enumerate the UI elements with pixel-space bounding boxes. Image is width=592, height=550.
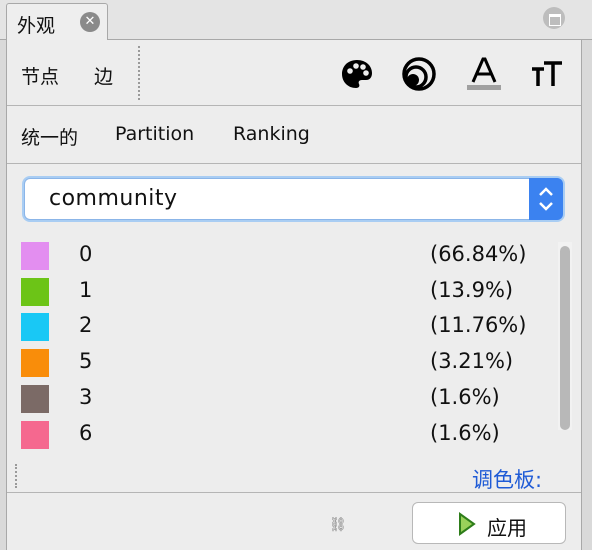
tab-bar: 外观 ✕ xyxy=(0,0,592,41)
tab-partition[interactable]: Partition xyxy=(115,123,194,145)
tab-nodes[interactable]: 节点 xyxy=(21,62,59,89)
link-icon[interactable]: ⛓ xyxy=(329,517,347,533)
chevron-updown-icon[interactable] xyxy=(529,178,563,220)
size-icon[interactable] xyxy=(401,56,437,92)
label-color-icon[interactable] xyxy=(465,56,501,92)
color-swatch[interactable] xyxy=(21,385,49,413)
tab-ranking[interactable]: Ranking xyxy=(233,123,310,145)
tab-appearance[interactable]: 外观 ✕ xyxy=(6,3,108,41)
scroll-thumb[interactable] xyxy=(560,246,570,430)
attribute-select[interactable]: community xyxy=(24,178,563,220)
separator xyxy=(138,46,140,100)
bottom-bar: ⛓ 应用 xyxy=(7,492,581,550)
separator xyxy=(15,464,17,488)
list-item[interactable]: 6 (1.6%) xyxy=(7,417,547,453)
color-swatch[interactable] xyxy=(21,278,49,306)
color-swatch[interactable] xyxy=(21,242,49,270)
partition-label: 0 xyxy=(79,242,93,266)
partition-percent: (1.6%) xyxy=(430,385,500,409)
partition-label: 1 xyxy=(79,278,93,302)
partition-label: 6 xyxy=(79,421,93,445)
list-item[interactable]: 1 (13.9%) xyxy=(7,274,547,310)
partition-label: 3 xyxy=(79,385,93,409)
partition-percent: (66.84%) xyxy=(430,242,527,266)
appearance-panel: 节点 边 统一的 Partition Ranking community 0 (… xyxy=(6,40,582,550)
list-item[interactable]: 0 (66.84%) xyxy=(7,238,547,274)
play-icon xyxy=(459,512,476,536)
apply-button[interactable]: 应用 xyxy=(412,502,566,544)
tab-edges[interactable]: 边 xyxy=(94,62,113,89)
partition-percent: (13.9%) xyxy=(430,278,514,302)
label-size-icon[interactable] xyxy=(529,56,565,92)
mode-tabs: 统一的 Partition Ranking xyxy=(7,106,581,164)
close-icon[interactable]: ✕ xyxy=(80,12,100,32)
apply-label: 应用 xyxy=(487,516,527,540)
partition-percent: (11.76%) xyxy=(430,313,527,337)
tab-unique[interactable]: 统一的 xyxy=(21,123,78,150)
color-swatch[interactable] xyxy=(21,313,49,341)
partition-percent: (3.21%) xyxy=(430,349,514,373)
palette-link[interactable]: 调色板: xyxy=(472,464,542,494)
list-item[interactable]: 2 (11.76%) xyxy=(7,309,547,345)
scrollbar[interactable] xyxy=(558,242,572,430)
list-item[interactable]: 5 (3.21%) xyxy=(7,345,547,381)
partition-list: 0 (66.84%) 1 (13.9%) 2 (11.76%) 5 (3.21%… xyxy=(7,238,547,460)
partition-label: 2 xyxy=(79,313,93,337)
attribute-select-value: community xyxy=(49,186,178,211)
toolbar-row: 节点 边 xyxy=(7,40,581,106)
palette-icon[interactable] xyxy=(339,56,375,92)
partition-percent: (1.6%) xyxy=(430,421,500,445)
list-item[interactable]: 3 (1.6%) xyxy=(7,381,547,417)
tab-title: 外观 xyxy=(17,15,56,37)
color-swatch[interactable] xyxy=(21,349,49,377)
partition-label: 5 xyxy=(79,349,93,373)
minimize-icon[interactable] xyxy=(543,7,565,29)
color-swatch[interactable] xyxy=(21,421,49,449)
